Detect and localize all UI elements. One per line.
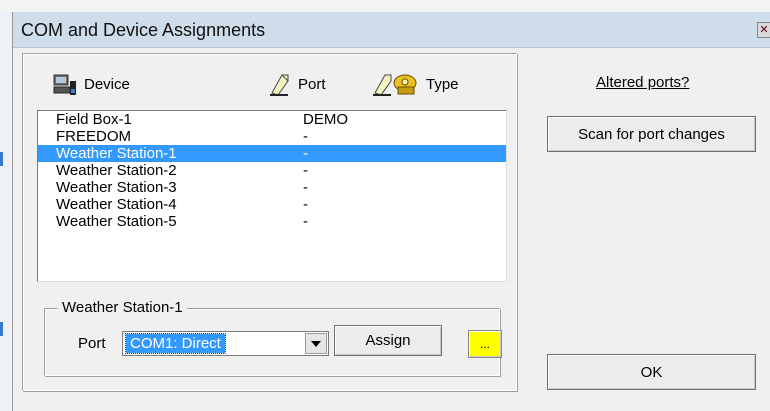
- altered-ports-link[interactable]: Altered ports?: [596, 74, 689, 91]
- list-item-device: Weather Station-5: [56, 213, 177, 230]
- close-button[interactable]: ✕: [757, 22, 770, 38]
- port-select-dropdown-button[interactable]: [305, 333, 327, 354]
- background-marker: [0, 322, 3, 336]
- scan-port-changes-button[interactable]: Scan for port changes: [547, 116, 756, 152]
- column-header-type-label: Type: [426, 75, 459, 93]
- list-item[interactable]: Weather Station-2 -: [38, 162, 506, 179]
- list-item-device: Weather Station-3: [56, 179, 177, 196]
- background-marker: [0, 152, 3, 166]
- column-header-port: Port: [268, 71, 326, 97]
- assign-button[interactable]: Assign: [334, 325, 442, 356]
- list-item-device: Field Box-1: [56, 111, 132, 128]
- list-item-port: -: [303, 162, 308, 179]
- port-select-value: COM1: Direct: [125, 333, 226, 354]
- list-item-port: DEMO: [303, 111, 348, 128]
- list-item[interactable]: Weather Station-5 -: [38, 213, 506, 230]
- device-list[interactable]: Field Box-1 DEMO FREEDOM - Weather Stati…: [37, 110, 507, 282]
- list-item-port: -: [303, 145, 308, 162]
- column-header-type: Type: [372, 71, 459, 97]
- title-bar: COM and Device Assignments ✕: [13, 12, 770, 48]
- list-item-port: -: [303, 179, 308, 196]
- list-item[interactable]: Weather Station-3 -: [38, 179, 506, 196]
- background-left-edge: [0, 12, 12, 411]
- port-select[interactable]: COM1: Direct: [122, 331, 329, 356]
- list-item[interactable]: Weather Station-4 -: [38, 196, 506, 213]
- list-item-device: FREEDOM: [56, 128, 131, 145]
- assignment-group-title: Weather Station-1: [58, 299, 187, 316]
- column-header-device-label: Device: [84, 75, 130, 93]
- window-title: COM and Device Assignments: [21, 20, 266, 40]
- list-item-device: Weather Station-2: [56, 162, 177, 179]
- type-telephone-icon: [373, 74, 417, 96]
- port-settings-button[interactable]: ...: [468, 330, 502, 358]
- list-item-port: -: [303, 128, 308, 145]
- list-item-device: Weather Station-1: [56, 145, 177, 162]
- background-window-strip: [0, 0, 770, 12]
- chevron-down-icon: [311, 340, 321, 347]
- list-item-selected[interactable]: Weather Station-1 -: [38, 145, 506, 162]
- column-header-port-label: Port: [298, 75, 326, 93]
- device-computer-icon: [53, 74, 76, 95]
- port-cable-icon: [270, 74, 289, 96]
- list-item-device: Weather Station-4: [56, 196, 177, 213]
- list-item[interactable]: Field Box-1 DEMO: [38, 111, 506, 128]
- list-item[interactable]: FREEDOM -: [38, 128, 506, 145]
- list-item-port: -: [303, 213, 308, 230]
- column-header-device: Device: [52, 71, 130, 97]
- port-field-label: Port: [78, 335, 106, 352]
- ok-button[interactable]: OK: [547, 354, 756, 390]
- list-item-port: -: [303, 196, 308, 213]
